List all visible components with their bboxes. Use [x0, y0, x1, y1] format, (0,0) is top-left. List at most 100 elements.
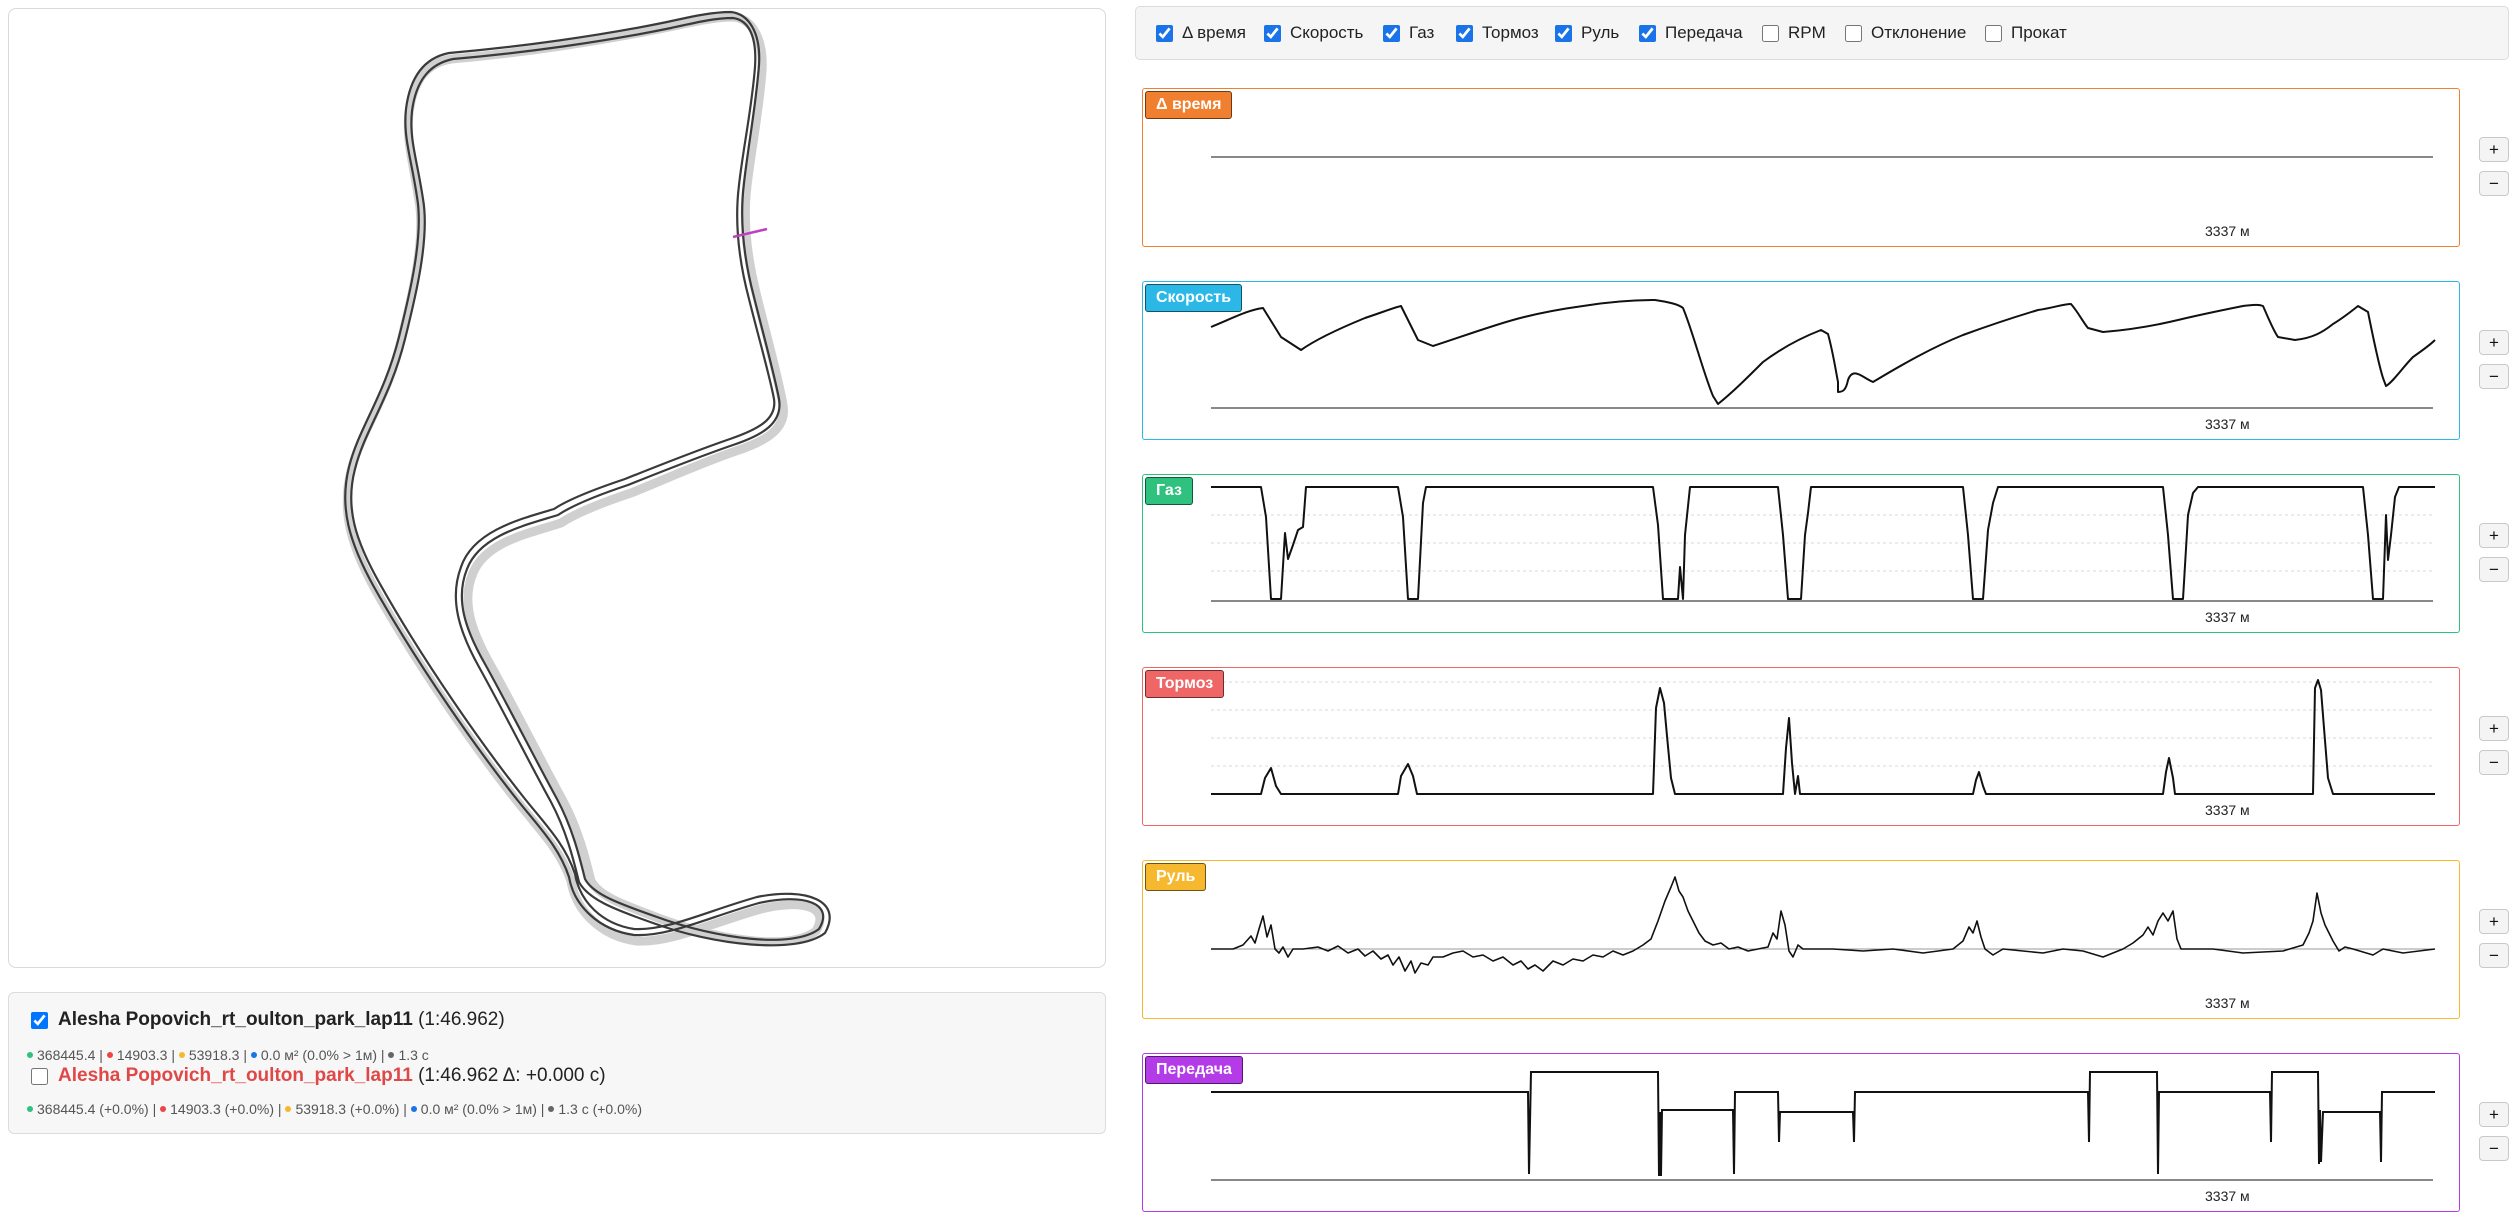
lap-1-stat-1: 368445.4 [37, 1047, 96, 1063]
brake-badge: Тормоз [1145, 670, 1225, 698]
gear-label: Передача [1665, 23, 1743, 42]
gear-trace [1211, 1071, 2435, 1177]
lap-2-stat-3: 53918.3 (+0.0%) [295, 1101, 400, 1117]
speed-label: Скорость [1290, 23, 1364, 42]
speed-checkbox[interactable] [1264, 24, 1281, 42]
laps-panel: Alesha Popovich_rt_oulton_park_lap11 (1:… [8, 992, 1106, 1134]
lap-1-name[interactable]: Alesha Popovich_rt_oulton_park_lap11 [58, 1009, 413, 1031]
steering-chart[interactable]: Руль 3337 м [1142, 860, 2460, 1019]
speed-trace [1210, 299, 2436, 405]
channel-toolbar: Δ время Скорость Газ Тормоз Руль Передач… [1135, 6, 2509, 60]
toggle-gear[interactable]: Передача [1639, 23, 1743, 43]
throttle-distance: 3337 м [2205, 609, 2250, 625]
lap-row-1: Alesha Popovich_rt_oulton_park_lap11 (1:… [31, 1009, 505, 1031]
rolling-checkbox[interactable] [1985, 24, 2002, 42]
speed-chart[interactable]: Скорость 3337 м [1142, 281, 2460, 440]
lap-2-stat-2: 14903.3 (+0.0%) [170, 1101, 275, 1117]
lap-1-stat-2: 14903.3 [116, 1047, 168, 1063]
toggle-delta-time[interactable]: Δ время [1156, 23, 1246, 43]
lap-1-checkbox[interactable] [31, 1011, 48, 1029]
steering-checkbox[interactable] [1555, 24, 1572, 42]
gear-distance: 3337 м [2205, 1188, 2250, 1204]
throttle-zoom-out-button[interactable]: − [2479, 557, 2509, 582]
delta-time-plot [1211, 156, 2433, 158]
toggle-brake[interactable]: Тормоз [1456, 23, 1539, 43]
brake-zoom-out-button[interactable]: − [2479, 750, 2509, 775]
red-dot-icon [160, 1106, 167, 1113]
delta-time-badge: Δ время [1145, 91, 1233, 119]
track-shadow [342, 12, 825, 947]
toggle-deviation[interactable]: Отклонение [1845, 23, 1966, 43]
deviation-checkbox[interactable] [1845, 24, 1862, 42]
track-inner-line [350, 16, 831, 947]
lap-2-stat-4: 0.0 м² (0.0% > 1м) [420, 1101, 537, 1117]
lap-1-stat-5: 1.3 с [398, 1047, 429, 1063]
speed-plot [1210, 299, 2436, 409]
yellow-dot-icon [178, 1052, 185, 1059]
steering-distance: 3337 м [2205, 995, 2250, 1011]
steering-badge: Руль [1145, 863, 1207, 891]
throttle-plot [1211, 486, 2435, 602]
speed-badge: Скорость [1145, 284, 1243, 312]
brake-trace [1211, 679, 2435, 795]
grey-dot-icon [388, 1052, 395, 1059]
throttle-label: Газ [1409, 23, 1435, 42]
blue-dot-icon [250, 1052, 257, 1059]
lap-2-checkbox[interactable] [31, 1067, 48, 1085]
delta-time-zoom-out-button[interactable]: − [2479, 171, 2509, 196]
brake-zoom-in-button[interactable]: + [2479, 716, 2509, 741]
throttle-zoom-in-button[interactable]: + [2479, 523, 2509, 548]
toggle-throttle[interactable]: Газ [1383, 23, 1434, 43]
delta-time-chart[interactable]: Δ время 3337 м [1142, 88, 2460, 247]
throttle-chart[interactable]: Газ 3337 м [1142, 474, 2460, 633]
lap-1-stat-3: 53918.3 [188, 1047, 240, 1063]
throttle-checkbox[interactable] [1383, 24, 1400, 42]
brake-plot [1211, 679, 2435, 795]
green-dot-icon [27, 1106, 33, 1113]
throttle-badge: Газ [1145, 477, 1193, 505]
brake-checkbox[interactable] [1456, 24, 1473, 42]
toggle-speed[interactable]: Скорость [1264, 23, 1363, 43]
delta-time-checkbox[interactable] [1156, 24, 1173, 42]
speed-distance: 3337 м [2205, 416, 2250, 432]
steering-trace [1211, 876, 2436, 974]
gear-checkbox[interactable] [1639, 24, 1656, 42]
delta-time-distance: 3337 м [2205, 223, 2250, 239]
delta-time-zoom-in-button[interactable]: + [2479, 137, 2509, 162]
speed-zoom-out-button[interactable]: − [2479, 364, 2509, 389]
throttle-grid [1211, 514, 2433, 572]
brake-distance: 3337 м [2205, 802, 2250, 818]
green-dot-icon [27, 1052, 33, 1059]
lap-1-stat-4: 0.0 м² (0.0% > 1м) [260, 1047, 378, 1063]
lap-row-2: Alesha Popovich_rt_oulton_park_lap11 (1:… [31, 1065, 606, 1087]
steering-label: Руль [1581, 23, 1620, 42]
blue-dot-icon [410, 1106, 417, 1113]
brake-grid [1211, 681, 2433, 767]
gear-chart[interactable]: Передача 3337 м [1142, 1053, 2460, 1212]
track-map-svg [342, 10, 831, 947]
lap-2-stats: 368445.4 (+0.0%) | 14903.3 (+0.0%) | 539… [27, 1101, 642, 1117]
brake-chart[interactable]: Тормоз 3337 м [1142, 667, 2460, 826]
toggle-steering[interactable]: Руль [1555, 23, 1619, 43]
lap-2-stat-5: 1.3 с (+0.0%) [558, 1101, 642, 1117]
deviation-label: Отклонение [1871, 23, 1967, 42]
grey-dot-icon [548, 1106, 555, 1113]
toggle-rolling[interactable]: Прокат [1985, 23, 2067, 43]
steering-zoom-out-button[interactable]: − [2479, 943, 2509, 968]
red-dot-icon [106, 1052, 113, 1059]
lap-1-time: (1:46.962) [418, 1009, 505, 1030]
rpm-checkbox[interactable] [1762, 24, 1779, 42]
lap-2-time: (1:46.962 Δ: +0.000 с) [418, 1065, 606, 1086]
lap-2-stat-1: 368445.4 (+0.0%) [37, 1101, 149, 1117]
rolling-label: Прокат [2011, 23, 2067, 42]
gear-zoom-out-button[interactable]: − [2479, 1136, 2509, 1161]
lap-1-stats: 368445.4 | 14903.3 | 53918.3 | 0.0 м² (0… [27, 1047, 429, 1063]
lap-2-name[interactable]: Alesha Popovich_rt_oulton_park_lap11 [58, 1065, 413, 1087]
gear-zoom-in-button[interactable]: + [2479, 1102, 2509, 1127]
track-map[interactable] [8, 8, 1106, 968]
toggle-rpm[interactable]: RPM [1762, 23, 1826, 43]
steering-zoom-in-button[interactable]: + [2479, 909, 2509, 934]
gear-badge: Передача [1145, 1056, 1243, 1084]
steering-plot [1211, 876, 2436, 974]
speed-zoom-in-button[interactable]: + [2479, 330, 2509, 355]
